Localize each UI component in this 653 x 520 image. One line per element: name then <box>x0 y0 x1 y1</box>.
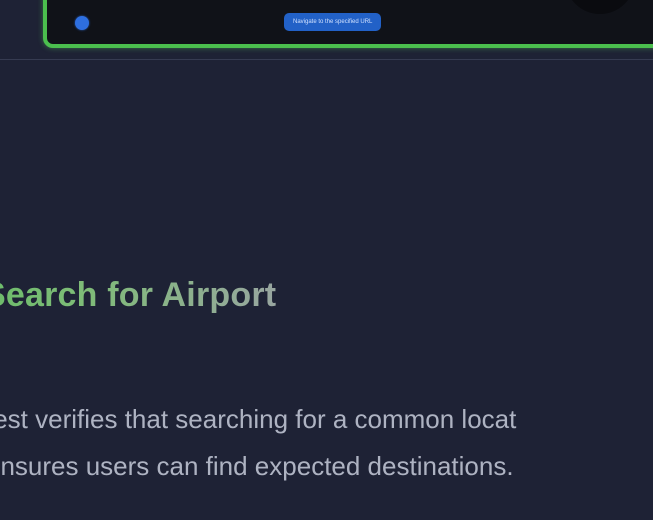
cursor-dot-icon <box>75 16 89 30</box>
test-title: Search for Airport <box>0 276 276 315</box>
action-tooltip: Navigate to the specified URL <box>284 13 382 31</box>
test-description-line: test verifies that searching for a commo… <box>0 404 517 434</box>
screenshot-preview-card[interactable]: Navigate to the specified URL <box>43 0 653 48</box>
test-description-line: ensures users can find expected destinat… <box>0 451 514 481</box>
page: Navigate to the specified URL Search for… <box>0 0 653 520</box>
test-description: test verifies that searching for a commo… <box>0 396 653 490</box>
dark-circle-shape <box>565 0 635 14</box>
section-divider <box>0 59 653 60</box>
